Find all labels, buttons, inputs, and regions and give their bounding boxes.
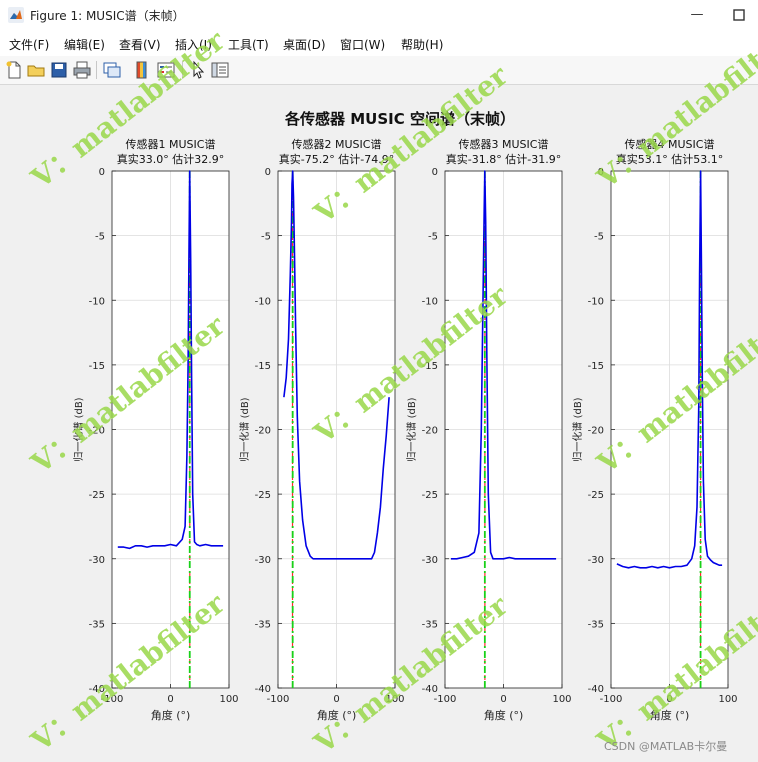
x-tick-label: -100 bbox=[600, 694, 623, 705]
y-tick-label: -10 bbox=[89, 296, 105, 307]
axes-subtitle: 真实33.0° 估计32.9° bbox=[117, 152, 224, 166]
x-tick-label: 100 bbox=[219, 694, 238, 705]
y-tick-label: -30 bbox=[89, 555, 105, 566]
y-axis-label: 归一化谱 (dB) bbox=[405, 397, 418, 461]
y-tick-label: -5 bbox=[428, 232, 438, 243]
y-tick-label: -5 bbox=[95, 232, 105, 243]
x-tick-label: -100 bbox=[434, 694, 457, 705]
y-tick-label: -30 bbox=[588, 555, 604, 566]
x-axis-label: 角度 (°) bbox=[484, 708, 524, 722]
y-tick-label: -35 bbox=[255, 619, 271, 630]
x-tick-label: 0 bbox=[500, 694, 506, 705]
y-tick-label: 0 bbox=[99, 167, 105, 178]
axes-2: 0-5-10-15-20-25-30-35-40-100 0 100角度 (°)归一… bbox=[238, 137, 405, 722]
y-tick-label: -25 bbox=[89, 490, 105, 501]
x-tick-label: 100 bbox=[718, 694, 737, 705]
y-tick-label: -35 bbox=[588, 619, 604, 630]
axes-subtitle: 真实53.1° 估计53.1° bbox=[616, 152, 723, 166]
y-tick-label: -30 bbox=[422, 555, 438, 566]
y-axis-label: 归一化谱 (dB) bbox=[571, 397, 584, 461]
axes-title: 传感器3 MUSIC谱 bbox=[459, 137, 549, 151]
y-tick-label: 0 bbox=[432, 167, 438, 178]
y-tick-label: -30 bbox=[255, 555, 271, 566]
spectrum-plots: 0-5-10-15-20-25-30-35-40-100 0 100角度 (°)归一… bbox=[72, 137, 738, 722]
x-axis-label: 角度 (°) bbox=[151, 708, 191, 722]
y-tick-label: -10 bbox=[588, 296, 604, 307]
y-tick-label: -5 bbox=[261, 232, 271, 243]
x-tick-label: 100 bbox=[552, 694, 571, 705]
y-axis-label: 归一化谱 (dB) bbox=[238, 397, 251, 461]
axes-4: 0-5-10-15-20-25-30-35-40-100 0 100角度 (°)归一… bbox=[571, 137, 738, 722]
axes-title: 传感器2 MUSIC谱 bbox=[292, 137, 382, 151]
x-tick-label: -100 bbox=[267, 694, 290, 705]
y-tick-label: 0 bbox=[265, 167, 271, 178]
axes-1: 0-5-10-15-20-25-30-35-40-100 0 100角度 (°)归一… bbox=[72, 137, 239, 722]
y-tick-label: -35 bbox=[422, 619, 438, 630]
csdn-footer: CSDN @MATLAB卡尔曼 bbox=[604, 740, 728, 753]
axes-title: 传感器4 MUSIC谱 bbox=[625, 137, 715, 151]
x-axis-label: 角度 (°) bbox=[650, 708, 690, 722]
y-tick-label: -20 bbox=[89, 426, 105, 437]
y-tick-label: -20 bbox=[255, 426, 271, 437]
axes-3: 0-5-10-15-20-25-30-35-40-100 0 100角度 (°)归一… bbox=[405, 137, 572, 722]
y-tick-label: -10 bbox=[422, 296, 438, 307]
y-tick-label: -25 bbox=[422, 490, 438, 501]
y-tick-label: -15 bbox=[588, 361, 604, 372]
axes-subtitle: 真实-75.2° 估计-74.9° bbox=[279, 152, 394, 166]
x-tick-label: 0 bbox=[333, 694, 339, 705]
x-tick-label: 100 bbox=[385, 694, 404, 705]
y-tick-label: -20 bbox=[588, 426, 604, 437]
y-tick-label: -10 bbox=[255, 296, 271, 307]
x-tick-label: 0 bbox=[167, 694, 173, 705]
y-tick-label: 0 bbox=[598, 167, 604, 178]
y-tick-label: -35 bbox=[89, 619, 105, 630]
y-tick-label: -20 bbox=[422, 426, 438, 437]
x-tick-label: 0 bbox=[666, 694, 672, 705]
x-axis-label: 角度 (°) bbox=[317, 708, 357, 722]
y-tick-label: -15 bbox=[89, 361, 105, 372]
y-axis-label: 归一化谱 (dB) bbox=[72, 397, 85, 461]
y-tick-label: -5 bbox=[594, 232, 604, 243]
y-tick-label: -15 bbox=[255, 361, 271, 372]
y-tick-label: -15 bbox=[422, 361, 438, 372]
axes-title: 传感器1 MUSIC谱 bbox=[126, 137, 216, 151]
axes-subtitle: 真实-31.8° 估计-31.9° bbox=[446, 152, 561, 166]
y-tick-label: -25 bbox=[255, 490, 271, 501]
x-tick-label: -100 bbox=[101, 694, 124, 705]
y-tick-label: -25 bbox=[588, 490, 604, 501]
